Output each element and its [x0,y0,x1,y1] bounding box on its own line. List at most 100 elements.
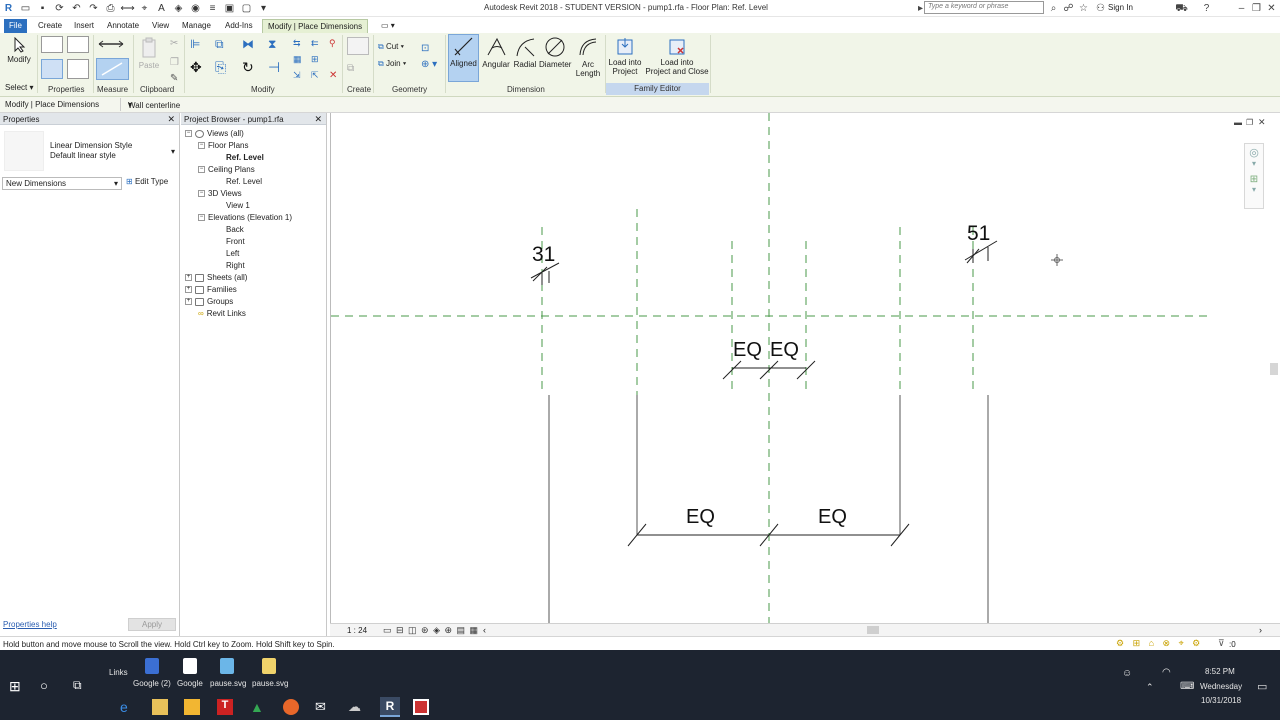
edit-type-button[interactable]: ⊞ Edit Type [126,177,168,186]
drawing-canvas[interactable]: 31 51 EQ EQ EQ EQ ▬ ❐ ✕ ◎ ▾ ⊞ ▾ [330,113,1280,623]
aligned-dimension-icon[interactable]: ⌖ [138,2,151,15]
close-hidden-icon[interactable]: ▣ [223,2,236,15]
eq-label-lower-left[interactable]: EQ [686,506,715,528]
cut-scissors-icon[interactable]: ✂ [170,38,178,49]
google-icon[interactable] [183,658,197,674]
expand-icon[interactable]: + [185,286,192,294]
tab-create[interactable]: Create [33,19,67,33]
desktop-item-1[interactable]: Google (2) [133,679,171,688]
paint-icon[interactable]: ⊕ ▾ [421,59,437,70]
favorites-star-icon[interactable]: ☆ [1077,2,1090,15]
dimension-31[interactable] [530,262,560,285]
desktop-item-3[interactable]: pause.svg [210,679,246,688]
view-minimize-icon[interactable]: ▬ [1234,118,1242,127]
notifications-icon[interactable]: ▭ [1257,680,1267,693]
family-category-icon[interactable] [67,59,89,79]
load-into-project-and-close-button[interactable]: Load into Project and Close [644,36,710,76]
keyboard-icon[interactable]: ⌨ [1180,681,1194,692]
vertical-scroll-thumb[interactable] [1270,363,1278,375]
filter-icon[interactable]: ⊽ [1218,638,1225,649]
save-icon[interactable]: ▪ [36,2,49,15]
google-drive-icon[interactable]: ▲ [250,699,266,715]
nav-dropdown-icon[interactable]: ▾ [1245,159,1263,168]
move-icon[interactable]: ✥ [190,59,202,76]
tree-elevation-front[interactable]: Front [226,237,245,246]
instance-filter-dropdown[interactable]: New Dimensions ▾ [2,177,122,190]
unpin-red-icon[interactable]: ⚲ [329,38,336,49]
binoculars-icon[interactable]: ⌕ [1047,2,1060,15]
join-geometry-button[interactable]: ⧉ Join ▾ [378,59,406,69]
type-selector[interactable]: Linear Dimension Style Default linear st… [2,129,178,173]
view-restore-icon[interactable]: ❐ [1246,118,1253,127]
firefox-icon[interactable] [283,699,299,715]
tree-view-1[interactable]: View 1 [226,201,250,210]
desktop-item-2[interactable]: Google [177,679,203,688]
modify-tool-button[interactable]: Modify [6,37,32,64]
view-scale[interactable]: 1 : 24 [347,626,367,635]
view-control-icons[interactable]: ▭ ⊟ ◫ ⊛ ◈ ⊕ ▤ ▦ [383,625,479,636]
eq-label-upper-left[interactable]: EQ [733,339,762,361]
collapse-icon[interactable]: − [198,142,205,150]
mirror-axis-icon[interactable]: ⧓ [242,37,254,51]
eq-dimension-lower[interactable] [627,523,910,547]
edge-browser-icon[interactable]: e [120,699,136,715]
restore-icon[interactable]: ❐ [1250,2,1263,15]
tree-ceiling-plan-ref-level[interactable]: Ref. Level [226,177,262,186]
trim-extend-icon[interactable]: ⊣ [268,59,280,76]
windows-start-icon[interactable]: ⊞ [9,678,25,694]
desktop-item-4[interactable]: pause.svg [252,679,288,688]
tree-sheets[interactable]: + Sheets (all) [185,273,247,282]
user-icon[interactable]: ⚇ [1094,2,1107,15]
show-hidden-icons-icon[interactable]: ⌃ [1146,682,1154,693]
mirror-draw-icon[interactable]: ⧗ [268,37,276,52]
mail-icon[interactable]: ✉ [315,699,331,715]
text-icon[interactable]: A [155,2,168,15]
offset-icon[interactable]: ⧉ [215,37,224,52]
copy-elements-icon[interactable]: ⎘ [215,59,226,76]
ribbon-options-icon[interactable]: ▭ ▾ [376,19,400,33]
eq-dimension-upper[interactable] [722,360,816,380]
expand-icon[interactable]: + [185,298,192,306]
open-icon[interactable]: ▭ [19,2,32,15]
measure-distance-button[interactable] [97,38,125,52]
view-close-icon[interactable]: ✕ [1258,117,1266,128]
dimension-value-51[interactable]: 51 [967,222,990,245]
create-group-icon[interactable]: ⧉ [347,63,354,74]
zoom-icon[interactable]: ⊞ [1245,174,1263,185]
weather-icon[interactable]: ☁ [348,699,364,715]
collapse-icon[interactable]: − [198,214,205,222]
store-icon[interactable] [184,699,200,715]
tree-elevation-left[interactable]: Left [226,249,239,258]
collapse-icon[interactable]: − [198,166,205,174]
scroll-left-icon[interactable]: ‹ [483,625,486,635]
clock-date[interactable]: 10/31/2018 [1201,696,1241,705]
switch-windows-icon[interactable]: ▢ [240,2,253,15]
tree-revit-links[interactable]: ∞ Revit Links [198,309,246,318]
sync-icon[interactable]: ⟳ [53,2,66,15]
paste-button[interactable]: Paste [138,37,160,70]
split-icon[interactable]: ⇆ [293,38,301,49]
minimize-icon[interactable]: – [1235,2,1248,15]
redo-icon[interactable]: ↷ [87,2,100,15]
match-properties-icon[interactable]: ✎ [170,73,178,84]
properties-help-link[interactable]: Properties help [3,620,57,629]
collapse-icon[interactable]: − [198,190,205,198]
tree-views-all[interactable]: − Views (all) [185,129,244,138]
3d-view-icon[interactable]: ◈ [172,2,185,15]
close-icon[interactable]: ✕ [1265,2,1278,15]
google-doc-icon[interactable] [145,658,159,674]
svg-file-icon[interactable] [262,658,276,674]
help-icon[interactable]: ? [1200,2,1213,15]
cortana-icon[interactable]: ○ [40,678,56,694]
aligned-button[interactable]: Aligned [448,34,479,82]
clock-time[interactable]: 8:52 PM [1205,667,1235,676]
tree-elevation-back[interactable]: Back [226,225,244,234]
wifi-icon[interactable]: ◠ [1162,667,1171,678]
scale-icon[interactable]: ⊞ [311,54,319,65]
task-view-icon[interactable]: ⧉ [73,678,89,694]
t-app-icon[interactable]: T [217,699,233,715]
file-explorer-icon[interactable] [152,699,168,715]
copy-icon[interactable]: ❐ [170,57,179,68]
create-similar-icon[interactable] [347,37,369,55]
properties-toggle-icon[interactable] [41,59,63,79]
